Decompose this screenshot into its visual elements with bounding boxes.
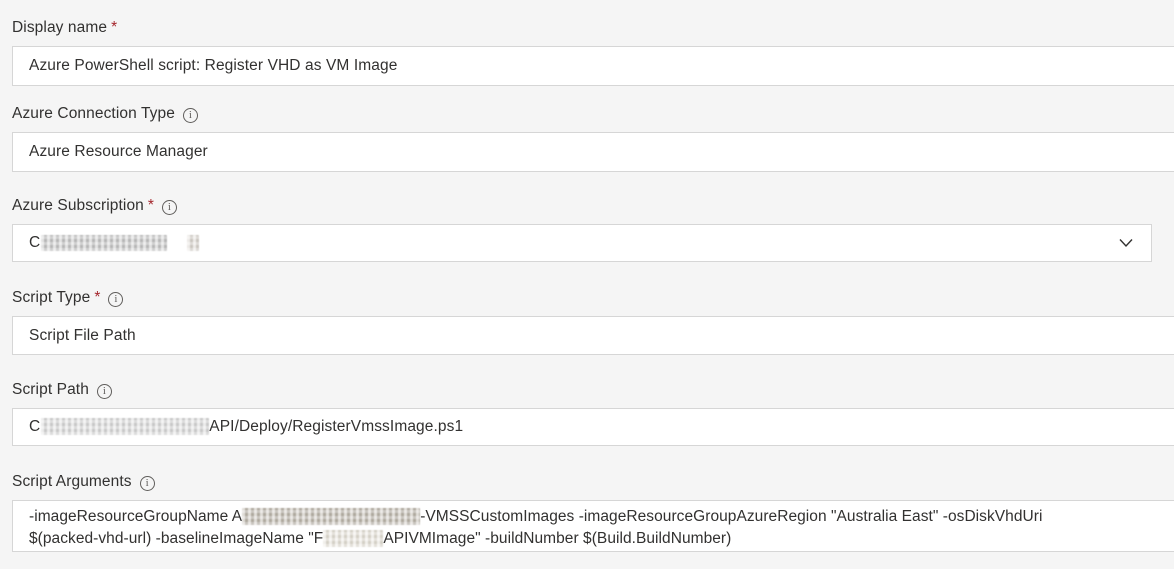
- script-path-value-suffix: API/Deploy/RegisterVmssImage.ps1: [209, 418, 464, 435]
- azure-subscription-value-prefix: C: [29, 234, 41, 251]
- display-name-label: Display name: [12, 19, 108, 36]
- redacted-baseline-image: [323, 530, 384, 548]
- script-arguments-line-1: -imageResourceGroupName A -VMSSCustomImag…: [13, 506, 1174, 528]
- script-arguments-line-2: $(packed-vhd-url) -baselineImageName "F A…: [13, 528, 1174, 550]
- azure-subscription-combobox[interactable]: C: [12, 224, 1152, 262]
- script-path-value-prefix: C: [29, 418, 41, 435]
- script-path-value: C API/Deploy/RegisterVmssImage.ps1: [13, 417, 463, 437]
- azure-connection-type-label: Azure Connection Type: [12, 105, 175, 122]
- field-script-arguments: Script Arguments: [0, 472, 1174, 492]
- azure-subscription-label-row: Azure Subscription *: [0, 196, 1174, 216]
- info-icon[interactable]: [161, 199, 177, 215]
- info-icon[interactable]: [96, 383, 112, 399]
- script-arguments-label: Script Arguments: [12, 473, 132, 490]
- chevron-down-icon[interactable]: [1119, 239, 1133, 248]
- script-arguments-line-2-suffix: APIVMImage" -buildNumber $(Build.BuildNu…: [383, 530, 732, 547]
- field-script-type: Script Type *: [0, 288, 1174, 308]
- display-name-input[interactable]: Azure PowerShell script: Register VHD as…: [12, 46, 1174, 86]
- required-indicator: *: [94, 289, 101, 306]
- redacted-subscription-name: [41, 234, 168, 251]
- script-path-label-row: Script Path: [0, 380, 1174, 400]
- task-configuration-form: Display name * Azure PowerShell script: …: [0, 0, 1174, 569]
- script-path-input[interactable]: C API/Deploy/RegisterVmssImage.ps1: [12, 408, 1174, 446]
- field-script-path: Script Path: [0, 380, 1174, 400]
- info-icon[interactable]: [182, 107, 198, 123]
- field-display-name: Display name *: [0, 18, 1174, 38]
- info-icon[interactable]: [139, 475, 155, 491]
- script-type-value: Script File Path: [29, 326, 136, 344]
- info-icon[interactable]: [108, 291, 124, 307]
- required-indicator: *: [147, 197, 154, 214]
- script-type-label: Script Type: [12, 289, 91, 306]
- script-arguments-line-1-suffix: -VMSSCustomImages -imageResourceGroupAzu…: [420, 508, 1043, 525]
- script-type-input[interactable]: Script File Path: [12, 316, 1174, 355]
- azure-subscription-label: Azure Subscription: [12, 197, 144, 214]
- azure-connection-type-label-row: Azure Connection Type: [0, 104, 1174, 124]
- script-path-label: Script Path: [12, 381, 89, 398]
- redacted-resource-group: [242, 508, 421, 526]
- script-arguments-textarea[interactable]: -imageResourceGroupName A -VMSSCustomImag…: [12, 500, 1174, 552]
- display-name-label-row: Display name *: [0, 18, 1174, 38]
- azure-subscription-value: C: [13, 233, 200, 253]
- field-azure-connection-type: Azure Connection Type: [0, 104, 1174, 124]
- azure-connection-type-input[interactable]: Azure Resource Manager: [12, 132, 1174, 172]
- redacted-script-path-segment: [41, 418, 210, 436]
- required-indicator: *: [111, 19, 118, 36]
- script-arguments-line-2-prefix: $(packed-vhd-url) -baselineImageName "F: [29, 530, 324, 547]
- azure-connection-type-value: Azure Resource Manager: [29, 143, 208, 160]
- script-type-label-row: Script Type *: [0, 288, 1174, 308]
- display-name-value: Azure PowerShell script: Register VHD as…: [29, 57, 398, 74]
- script-arguments-label-row: Script Arguments: [0, 472, 1174, 492]
- script-arguments-line-1-prefix: -imageResourceGroupName A: [29, 508, 243, 525]
- redacted-subscription-id: [187, 234, 200, 251]
- field-azure-subscription: Azure Subscription *: [0, 196, 1174, 216]
